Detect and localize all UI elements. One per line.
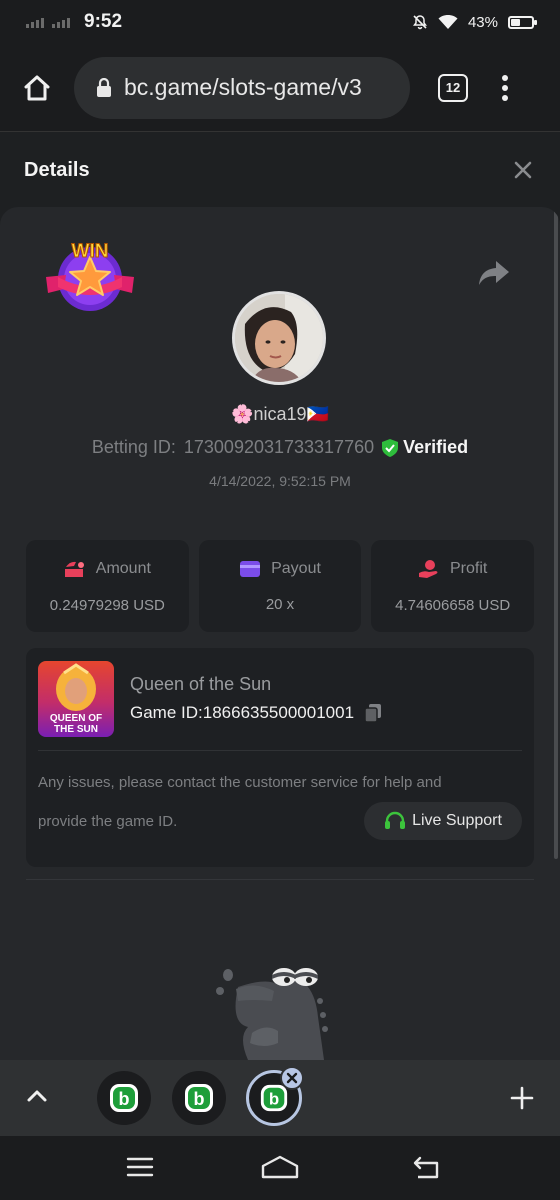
support-note-line-2: provide the game ID. — [38, 813, 178, 830]
card-icon — [240, 560, 261, 577]
game-id-row: Game ID:1866635500001001 — [130, 703, 382, 723]
battery-fill — [511, 18, 520, 26]
tab-count: 12 — [445, 80, 461, 95]
live-support-button[interactable]: Live Support — [364, 802, 522, 840]
wifi-icon — [438, 15, 458, 29]
recent-apps-icon[interactable] — [126, 1156, 154, 1178]
betting-id-label: Betting ID: — [91, 437, 176, 457]
win-badge-text: WIN — [72, 241, 109, 262]
lock-icon — [97, 77, 111, 97]
game-name[interactable]: Queen of the Sun — [130, 674, 271, 695]
avatar — [232, 291, 326, 385]
copy-icon[interactable] — [364, 703, 382, 723]
stat-value-amount: 0.24979298 USD — [49, 596, 165, 614]
stat-label-profit: Profit — [450, 559, 488, 577]
stat-card-profit: Profit 4.74606658 USD — [371, 540, 535, 632]
wallet-icon — [64, 561, 84, 577]
bc-game-favicon-icon: b — [185, 1084, 213, 1112]
divider — [38, 750, 522, 751]
game-id-value: 1866635500001001 — [202, 703, 355, 722]
thumb-text-2: THE SUN — [54, 724, 98, 735]
hand-coin-icon — [419, 559, 438, 578]
address-bar[interactable]: bc.game/slots-game/v3 — [74, 56, 410, 119]
signal-bars-icon — [26, 16, 44, 28]
clock-time: 9:52 — [84, 11, 123, 32]
details-header: Details — [0, 133, 560, 207]
stat-label-amount: Amount — [95, 559, 151, 577]
close-button[interactable] — [510, 157, 536, 183]
battery-icon — [508, 15, 537, 29]
system-nav-bar — [0, 1136, 560, 1200]
signal-bars-icon — [52, 16, 70, 28]
tab-group-strip: b b b — [0, 1060, 560, 1136]
support-note-line-1: Any issues, please contact the customer … — [38, 774, 442, 791]
home-nav-icon[interactable] — [260, 1154, 300, 1180]
svg-text:b: b — [269, 1090, 279, 1109]
betting-id-row: Betting ID: 1730092031733317760 Verified — [0, 437, 560, 458]
crocodile-mascot-image — [216, 968, 328, 1060]
details-panel: WIN 🌸nica19🇵🇭 Betting ID: 17300920317333… — [0, 207, 560, 1060]
divider — [26, 879, 534, 880]
live-support-label: Live Support — [412, 812, 502, 829]
game-card: QUEEN OF THE SUN Queen of the Sun Game I… — [26, 648, 534, 867]
tab-favicon-2[interactable]: b — [172, 1071, 226, 1125]
headset-icon — [385, 811, 406, 829]
close-tab-button[interactable] — [280, 1066, 304, 1090]
close-icon — [286, 1072, 298, 1084]
battery-percent: 43% — [467, 13, 498, 31]
svg-text:b: b — [194, 1089, 205, 1109]
tab-favicon-1[interactable]: b — [97, 1071, 151, 1125]
game-thumbnail[interactable]: QUEEN OF THE SUN — [38, 661, 114, 737]
bet-timestamp: 4/14/2022, 9:52:15 PM — [209, 473, 351, 489]
betting-id-value: 1730092031733317760 — [183, 437, 375, 457]
verified-label: Verified — [403, 437, 469, 457]
browser-toolbar: bc.game/slots-game/v3 12 — [0, 44, 560, 132]
plus-icon[interactable] — [510, 1086, 534, 1110]
stat-value-profit: 4.74606658 USD — [395, 596, 511, 614]
avatar-photo — [235, 294, 323, 382]
stat-label-payout: Payout — [271, 559, 321, 577]
svg-text:b: b — [119, 1089, 130, 1109]
mute-icon — [412, 15, 427, 30]
win-badge: WIN — [46, 241, 134, 311]
back-icon[interactable] — [412, 1156, 440, 1180]
stat-value-payout: 20 x — [265, 595, 295, 613]
bc-game-favicon-icon: b — [110, 1084, 138, 1112]
thumb-text-1: QUEEN OF — [50, 713, 102, 724]
chevron-up-icon[interactable] — [26, 1088, 48, 1104]
shield-check-icon — [382, 438, 399, 457]
game-id-label: Game ID: — [130, 703, 203, 722]
page-title: Details — [24, 158, 90, 181]
close-icon — [514, 161, 532, 179]
stat-card-amount: Amount 0.24979298 USD — [26, 540, 189, 632]
tabs-button[interactable]: 12 — [438, 73, 468, 102]
verified-badge: Verified — [382, 437, 468, 458]
stat-card-payout: Payout 20 x — [198, 540, 362, 632]
url-text: bc.game/slots-game/v3 — [124, 74, 362, 100]
username: 🌸nica19🇵🇭 — [231, 404, 329, 424]
status-bar: 9:52 43% — [0, 0, 560, 44]
overflow-menu-icon[interactable] — [502, 74, 508, 101]
home-button[interactable] — [0, 73, 74, 103]
stats-row: Amount 0.24979298 USD Payout 20 x Profit… — [26, 540, 535, 632]
share-icon[interactable] — [478, 259, 510, 287]
scrollbar[interactable] — [554, 209, 558, 859]
game-thumbnail-art: QUEEN OF THE SUN — [38, 661, 114, 737]
home-icon — [24, 75, 50, 100]
